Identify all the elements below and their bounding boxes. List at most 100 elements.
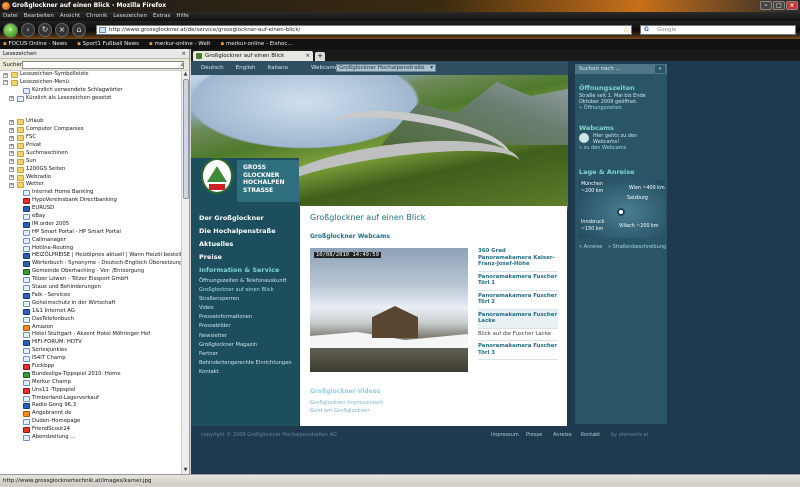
strassenbeschreibung-link[interactable]: » Straßenbeschreibung xyxy=(608,244,666,250)
bookmark-item[interactable]: + FSC xyxy=(0,134,182,142)
bookmark-item[interactable]: DasTelefonbuch xyxy=(0,316,182,324)
bookmark-item[interactable]: Internet Home Banking xyxy=(0,189,182,197)
menu-ansicht[interactable]: Ansicht xyxy=(60,12,80,21)
sidebar-close-icon[interactable]: × xyxy=(181,49,186,59)
lang-english[interactable]: English xyxy=(236,61,256,75)
nav-item[interactable]: Großglockner auf einen Blick xyxy=(199,286,299,295)
bookmark-item[interactable]: HypoVereinsbank Directbanking xyxy=(0,197,182,205)
nav-item[interactable]: Presseinformationen xyxy=(199,313,299,322)
bookmark-item[interactable]: Bundesliga-Tippspiel 2010: Home xyxy=(0,371,182,379)
bookmark-item[interactable]: Gemeinde Oberhaching - Ver- /Entsorgung xyxy=(0,268,182,276)
scroll-down-icon[interactable]: ▼ xyxy=(182,467,189,474)
bookmark-item[interactable]: HP Smart Portal - HP Smart Portal xyxy=(0,229,182,237)
bookmark-item[interactable]: Fuckbpp xyxy=(0,363,182,371)
footer-link-presse[interactable]: Presse xyxy=(526,428,542,442)
expand-icon[interactable]: + xyxy=(3,72,8,78)
lang-deutsch[interactable]: Deutsch xyxy=(201,61,224,75)
bookmark-item[interactable]: Radio Gong 96,3 xyxy=(0,402,182,410)
footer-credit[interactable]: by elements.at xyxy=(611,428,649,442)
footer-link-kontakt[interactable]: Kontakt xyxy=(581,428,600,442)
scroll-thumb[interactable] xyxy=(183,79,189,199)
url-bar[interactable]: http://www.grossglockner.at/de/service/g… xyxy=(96,25,632,35)
site-select[interactable]: Großglockner Hochalpenstraße xyxy=(336,64,436,72)
tab-grossglockner[interactable]: Großglockner auf einen Blick × xyxy=(193,51,313,61)
scroll-up-icon[interactable]: ▲ xyxy=(182,71,189,78)
back-button[interactable]: ‹ xyxy=(3,23,18,38)
nav-item[interactable]: Straßensperren xyxy=(199,295,299,304)
site-search-button[interactable]: » xyxy=(655,65,665,73)
tab-close-icon[interactable]: × xyxy=(305,51,310,61)
minimize-button[interactable]: – xyxy=(760,1,772,10)
bookmark-item[interactable]: + Computer Companies xyxy=(0,126,182,134)
search-icon[interactable]: ⌕ xyxy=(180,59,184,71)
menu-lesezeichen[interactable]: Lesezeichen xyxy=(113,12,147,21)
forward-button[interactable]: › xyxy=(21,23,35,37)
bookmark-item[interactable]: + Urlaub xyxy=(0,118,182,126)
menu-datei[interactable]: Datei xyxy=(3,12,18,21)
google-icon[interactable]: G xyxy=(644,26,649,34)
bookmark-item[interactable]: Angebrannt.de xyxy=(0,410,182,418)
sidebar-search-input[interactable] xyxy=(22,61,184,69)
bookmark-item[interactable]: Wörterbuch - Synonyme - Deutsch-Englisch… xyxy=(0,260,182,268)
menu-bearbeiten[interactable]: Bearbeiten xyxy=(24,12,54,21)
nav-item[interactable]: Video xyxy=(199,304,299,313)
nav-item[interactable]: Preise xyxy=(199,251,299,264)
bookmark-focus[interactable]: FOCUS Online - News xyxy=(3,39,67,49)
bookmark-item[interactable]: eBay xyxy=(0,213,182,221)
bookmark-item[interactable]: + Wetter xyxy=(0,181,182,189)
bookmark-item[interactable]: IS4IT Champ xyxy=(0,355,182,363)
home-icon[interactable]: ⌂ xyxy=(72,23,86,37)
webcam-link[interactable]: Panoramakamera Fuscher Törl 1 xyxy=(478,272,558,291)
expand-icon[interactable]: + xyxy=(9,151,14,157)
nav-item[interactable]: Aktuelles xyxy=(199,238,299,251)
expand-icon[interactable]: + xyxy=(9,167,14,173)
bookmark-item[interactable]: + Lesezeichen-Symbolleiste xyxy=(0,71,182,79)
bookmark-item[interactable]: Amazon xyxy=(0,324,182,332)
lang-italiano[interactable]: Italiano xyxy=(268,61,288,75)
bookmark-item[interactable]: Uns11 -Tippspiel xyxy=(0,387,182,395)
close-button[interactable]: × xyxy=(786,1,798,10)
bookmark-item[interactable]: Abendzeitung ... xyxy=(0,434,182,442)
bookmark-item[interactable]: Tölzer Löwen - Tölzer Eissport GmbH xyxy=(0,276,182,284)
nav-item[interactable]: Pressebilder xyxy=(199,322,299,331)
maximize-button[interactable]: □ xyxy=(773,1,785,10)
bookmark-item[interactable]: + Webradio xyxy=(0,174,182,182)
nav-item[interactable]: Kontakt xyxy=(199,368,299,377)
search-input[interactable]: G Google xyxy=(640,25,796,35)
footer-link-anreise[interactable]: Anreise xyxy=(553,428,572,442)
location-map[interactable]: München ~200 km Wien ~400 km Salzburg In… xyxy=(579,180,665,238)
expand-icon[interactable]: + xyxy=(9,182,14,188)
bookmark-item[interactable]: + Kürzlich als Lesezeichen gesetzt xyxy=(0,95,182,103)
bookmark-item[interactable]: HIFI-FORUM: HDTV xyxy=(0,339,182,347)
menu-hilfe[interactable]: Hilfe xyxy=(176,12,189,21)
webcam-link[interactable]: 360 Grad Panoramakamera Kaiser-Franz-Jos… xyxy=(478,246,558,272)
webcam-link[interactable]: Panoramakamera Fuscher Lacke xyxy=(478,309,558,329)
nav-item[interactable]: Information & Service xyxy=(199,264,299,277)
bookmark-item[interactable]: Seriesjunkies xyxy=(0,347,182,355)
site-search-input[interactable]: Suchen nach ... » xyxy=(575,64,667,74)
bookmark-item[interactable]: Timberland-Lagerverkauf xyxy=(0,395,182,403)
nav-item[interactable]: Die Hochalpenstraße xyxy=(199,225,299,238)
nav-item[interactable]: Großglockner Magazin xyxy=(199,341,299,350)
expand-icon[interactable]: + xyxy=(9,143,14,149)
nav-item[interactable]: Partner xyxy=(199,350,299,359)
bookmark-item[interactable]: Duden-Homepage xyxy=(0,418,182,426)
webcam-image[interactable]: 10/08/2010 14:49:59 xyxy=(310,248,468,372)
nav-item[interactable]: Öffnungszeiten & Telefonauskunft xyxy=(199,277,299,286)
bookmark-item[interactable]: Falk - Services xyxy=(0,292,182,300)
stop-icon[interactable]: × xyxy=(55,23,69,37)
footer-link-impressum[interactable]: Impressum xyxy=(491,428,519,442)
video-link[interactable]: Großglockner Impressionen xyxy=(310,400,383,406)
webcam-link[interactable]: Panoramakamera Fuscher Törl 2 xyxy=(478,291,558,310)
webcams-box-link[interactable]: » zu den Webcams xyxy=(579,145,665,152)
menu-chronik[interactable]: Chronik xyxy=(86,12,107,21)
bookmark-item[interactable]: Staus und Behinderungen xyxy=(0,284,182,292)
expand-icon[interactable]: + xyxy=(9,127,14,133)
bookmark-item[interactable]: Hotel Stuttgart - Akzent Hotel Möhringer… xyxy=(0,331,182,339)
anreise-link[interactable]: » Anreise xyxy=(579,244,602,250)
collapse-icon[interactable]: − xyxy=(3,80,8,86)
expand-icon[interactable]: + xyxy=(9,96,14,102)
bookmark-item[interactable]: +1200GS Seiten xyxy=(0,166,182,174)
site-logo[interactable] xyxy=(201,158,233,194)
bookmark-sport1[interactable]: Sport1 Fußball News xyxy=(77,39,139,49)
